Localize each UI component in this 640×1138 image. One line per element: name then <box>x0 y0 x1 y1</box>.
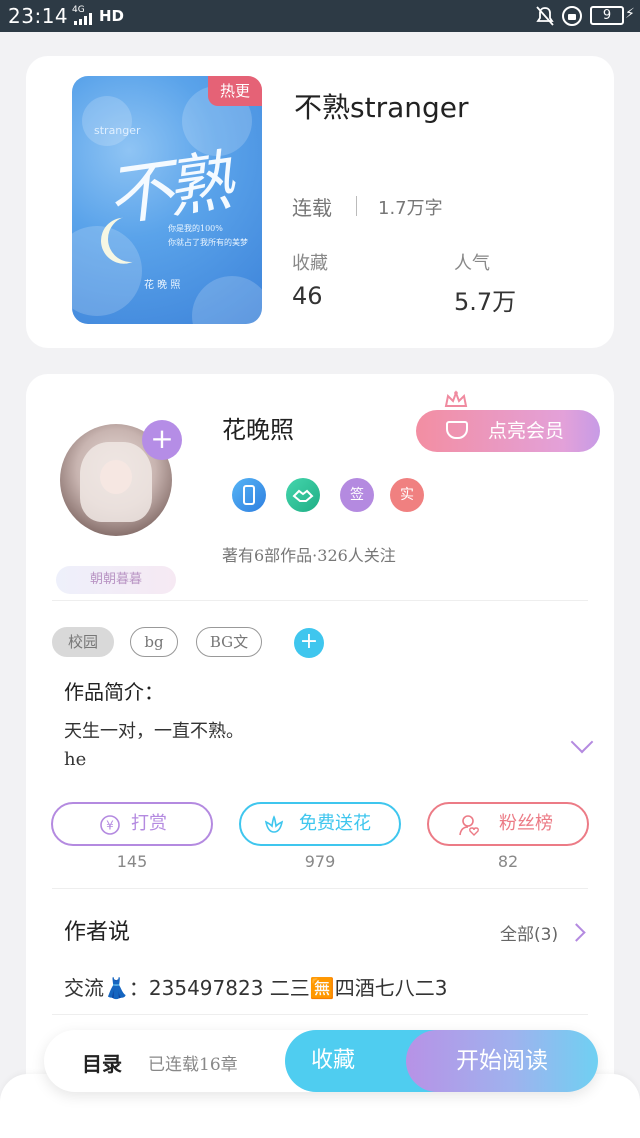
dress-icon: 👗 <box>104 976 129 1000</box>
tag[interactable]: 校园 <box>52 627 114 657</box>
book-detail-card: + 朝朝暮暮 花晚照 点亮会员 签 实 著有6部作品·326人关注 校园 bg … <box>26 374 614 1138</box>
intro-text: 天生一对，一直不熟。 he <box>64 721 244 770</box>
author-says-title: 作者说 <box>64 920 131 945</box>
bottom-action-bar: 目录 已连载16章 收藏 开始阅读 <box>44 1030 598 1092</box>
start-reading-button[interactable]: 开始阅读 <box>406 1030 598 1092</box>
follow-author-button[interactable]: + <box>142 420 182 460</box>
divider <box>356 196 357 216</box>
tag[interactable]: bg <box>130 627 178 657</box>
book-info-card: stranger 不熟 你是我的100% 你就占了我所有的美梦 花 晚 照 热更… <box>26 56 614 348</box>
author-says-all-link[interactable]: 全部(3) <box>500 920 558 945</box>
svg-text:¥: ¥ <box>106 819 114 833</box>
tag[interactable]: BG文 <box>196 627 262 657</box>
signal-icon <box>74 13 96 25</box>
table-of-contents-button[interactable]: 目录 <box>82 1048 122 1077</box>
author-meta: 著有6部作品·326人关注 <box>222 546 396 565</box>
rotation-lock-icon <box>562 6 582 26</box>
cover-author: 花 晚 照 <box>144 280 181 291</box>
chevron-down-icon[interactable] <box>570 730 594 754</box>
phone-badge-icon[interactable] <box>232 478 266 512</box>
verified-badge-icon[interactable]: 实 <box>390 478 424 512</box>
hot-update-badge: 热更 <box>208 76 262 106</box>
popularity-label: 人气 <box>454 253 490 274</box>
user-heart-icon <box>459 815 479 836</box>
word-count: 1.7万字 <box>378 198 443 219</box>
status-bar: 23:14 4G HD 9 ⚡ <box>0 0 640 32</box>
fan-ranking-button[interactable]: 粉丝榜 <box>427 802 589 846</box>
divider <box>52 888 588 889</box>
book-title: 不熟stranger <box>294 91 469 124</box>
fan-title-badge: 朝朝暮暮 <box>56 566 176 594</box>
activate-vip-button[interactable]: 点亮会员 <box>416 410 600 452</box>
hd-indicator: HD <box>99 7 125 25</box>
handshake-badge-icon[interactable] <box>286 478 320 512</box>
status-time: 23:14 <box>8 4 69 28</box>
divider <box>52 1014 588 1015</box>
charging-icon: ⚡ <box>625 6 635 22</box>
author-name[interactable]: 花晚照 <box>222 410 294 445</box>
chapter-count: 已连载16章 <box>148 1055 238 1075</box>
cover-english-title: stranger <box>94 124 141 137</box>
add-tag-button[interactable]: + <box>294 628 324 658</box>
divider <box>52 600 588 601</box>
crown-icon <box>444 390 468 407</box>
intro-title: 作品简介： <box>64 680 164 704</box>
diamond-icon <box>446 421 468 439</box>
cover-subtitle: 你是我的100% 你就占了我所有的美梦 <box>168 224 248 247</box>
battery-icon: 9 <box>590 6 624 25</box>
popularity-count: 5.7万 <box>454 288 517 316</box>
fan-count: 82 <box>497 852 519 871</box>
send-flower-button[interactable]: 免费送花 <box>239 802 401 846</box>
favorites-count: 46 <box>292 282 323 310</box>
chevron-right-icon[interactable] <box>567 923 586 942</box>
reward-count: 145 <box>116 852 148 871</box>
reward-button[interactable]: ¥ 打赏 <box>51 802 213 846</box>
none-symbol-icon: 🈚 <box>309 976 335 1000</box>
flower-count: 979 <box>304 852 336 871</box>
mute-icon <box>536 6 554 26</box>
flower-icon <box>264 815 284 833</box>
sign-badge-icon[interactable]: 签 <box>340 478 374 512</box>
serial-status: 连载 <box>292 196 332 220</box>
yen-icon: ¥ <box>100 815 120 835</box>
favorites-label: 收藏 <box>292 253 328 274</box>
book-cover[interactable]: stranger 不熟 你是我的100% 你就占了我所有的美梦 花 晚 照 <box>72 76 262 324</box>
author-says-text: 交流👗：235497823 二三🈚四酒七八二3 <box>64 976 448 1000</box>
